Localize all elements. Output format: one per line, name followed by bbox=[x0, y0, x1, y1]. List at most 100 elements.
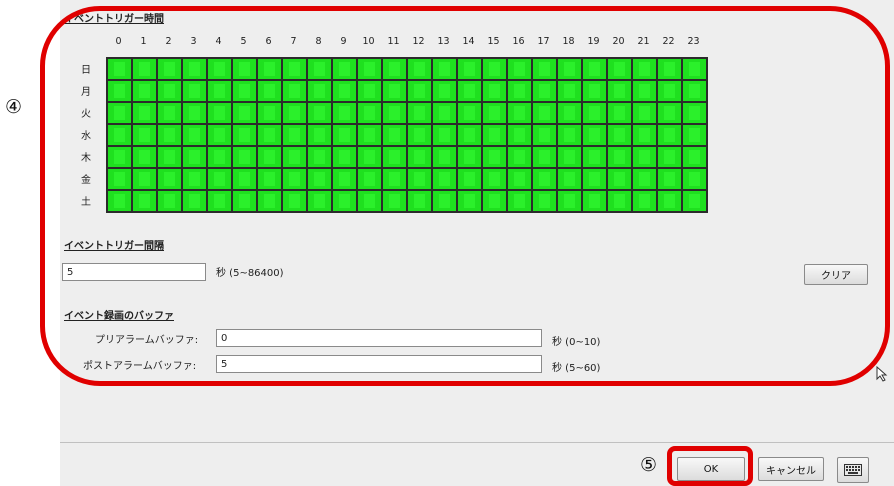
schedule-cell[interactable] bbox=[332, 124, 357, 146]
schedule-cell[interactable] bbox=[457, 102, 482, 124]
schedule-cell[interactable] bbox=[632, 146, 657, 168]
schedule-cell[interactable] bbox=[682, 80, 707, 102]
schedule-cell[interactable] bbox=[207, 58, 232, 80]
schedule-cell[interactable] bbox=[357, 80, 382, 102]
schedule-cell[interactable] bbox=[282, 80, 307, 102]
schedule-cell[interactable] bbox=[257, 168, 282, 190]
schedule-cell[interactable] bbox=[482, 190, 507, 212]
schedule-cell[interactable] bbox=[107, 146, 132, 168]
schedule-cell[interactable] bbox=[382, 168, 407, 190]
schedule-cell[interactable] bbox=[532, 102, 557, 124]
schedule-cell[interactable] bbox=[307, 168, 332, 190]
schedule-cell[interactable] bbox=[582, 58, 607, 80]
schedule-cell[interactable] bbox=[432, 102, 457, 124]
schedule-cell[interactable] bbox=[507, 80, 532, 102]
schedule-cell[interactable] bbox=[607, 124, 632, 146]
schedule-cell[interactable] bbox=[382, 146, 407, 168]
schedule-cell[interactable] bbox=[407, 146, 432, 168]
schedule-cell[interactable] bbox=[357, 58, 382, 80]
schedule-cell[interactable] bbox=[657, 190, 682, 212]
schedule-cell[interactable] bbox=[132, 80, 157, 102]
schedule-cell[interactable] bbox=[407, 190, 432, 212]
schedule-cell[interactable] bbox=[532, 80, 557, 102]
schedule-cell[interactable] bbox=[482, 168, 507, 190]
schedule-cell[interactable] bbox=[507, 190, 532, 212]
schedule-cell[interactable] bbox=[382, 58, 407, 80]
schedule-cell[interactable] bbox=[557, 80, 582, 102]
schedule-cell[interactable] bbox=[632, 58, 657, 80]
schedule-cell[interactable] bbox=[532, 58, 557, 80]
schedule-cell[interactable] bbox=[182, 124, 207, 146]
schedule-cell[interactable] bbox=[657, 124, 682, 146]
ok-button[interactable]: OK bbox=[677, 457, 745, 481]
schedule-cell[interactable] bbox=[382, 102, 407, 124]
schedule-cell[interactable] bbox=[682, 124, 707, 146]
schedule-cell[interactable] bbox=[432, 168, 457, 190]
schedule-cell[interactable] bbox=[182, 58, 207, 80]
schedule-cell[interactable] bbox=[257, 190, 282, 212]
schedule-cell[interactable] bbox=[157, 168, 182, 190]
schedule-cell[interactable] bbox=[657, 168, 682, 190]
schedule-cell[interactable] bbox=[632, 124, 657, 146]
schedule-cell[interactable] bbox=[457, 168, 482, 190]
schedule-cell[interactable] bbox=[682, 146, 707, 168]
schedule-cell[interactable] bbox=[357, 168, 382, 190]
schedule-cell[interactable] bbox=[307, 146, 332, 168]
schedule-cell[interactable] bbox=[232, 146, 257, 168]
schedule-cell[interactable] bbox=[207, 102, 232, 124]
schedule-cell[interactable] bbox=[182, 102, 207, 124]
schedule-cell[interactable] bbox=[582, 190, 607, 212]
schedule-cell[interactable] bbox=[432, 190, 457, 212]
schedule-cell[interactable] bbox=[457, 124, 482, 146]
schedule-cell[interactable] bbox=[657, 146, 682, 168]
post-alarm-input[interactable]: 5 bbox=[216, 355, 542, 373]
schedule-cell[interactable] bbox=[482, 146, 507, 168]
schedule-cell[interactable] bbox=[657, 58, 682, 80]
schedule-cell[interactable] bbox=[332, 190, 357, 212]
schedule-cell[interactable] bbox=[607, 80, 632, 102]
schedule-cell[interactable] bbox=[282, 124, 307, 146]
schedule-cell[interactable] bbox=[607, 58, 632, 80]
schedule-cell[interactable] bbox=[232, 80, 257, 102]
schedule-cell[interactable] bbox=[307, 80, 332, 102]
schedule-cell[interactable] bbox=[557, 102, 582, 124]
schedule-cell[interactable] bbox=[682, 102, 707, 124]
schedule-cell[interactable] bbox=[282, 168, 307, 190]
schedule-cell[interactable] bbox=[582, 80, 607, 102]
trigger-interval-input[interactable]: 5 bbox=[62, 263, 206, 281]
pre-alarm-input[interactable]: 0 bbox=[216, 329, 542, 347]
schedule-cell[interactable] bbox=[232, 168, 257, 190]
schedule-cell[interactable] bbox=[532, 146, 557, 168]
schedule-cell[interactable] bbox=[407, 80, 432, 102]
schedule-cell[interactable] bbox=[632, 102, 657, 124]
schedule-cell[interactable] bbox=[482, 124, 507, 146]
schedule-cell[interactable] bbox=[382, 124, 407, 146]
schedule-cell[interactable] bbox=[182, 190, 207, 212]
schedule-cell[interactable] bbox=[582, 146, 607, 168]
schedule-cell[interactable] bbox=[132, 102, 157, 124]
schedule-cell[interactable] bbox=[607, 190, 632, 212]
schedule-cell[interactable] bbox=[132, 190, 157, 212]
schedule-cell[interactable] bbox=[682, 168, 707, 190]
schedule-cell[interactable] bbox=[132, 146, 157, 168]
schedule-cell[interactable] bbox=[557, 146, 582, 168]
schedule-cell[interactable] bbox=[282, 102, 307, 124]
schedule-cell[interactable] bbox=[182, 80, 207, 102]
schedule-cell[interactable] bbox=[132, 58, 157, 80]
schedule-cell[interactable] bbox=[632, 168, 657, 190]
schedule-cell[interactable] bbox=[332, 168, 357, 190]
schedule-cell[interactable] bbox=[482, 102, 507, 124]
schedule-cell[interactable] bbox=[107, 102, 132, 124]
schedule-cell[interactable] bbox=[157, 102, 182, 124]
schedule-cell[interactable] bbox=[157, 146, 182, 168]
schedule-cell[interactable] bbox=[282, 146, 307, 168]
schedule-cell[interactable] bbox=[357, 102, 382, 124]
schedule-cell[interactable] bbox=[107, 190, 132, 212]
schedule-cell[interactable] bbox=[332, 102, 357, 124]
schedule-cell[interactable] bbox=[207, 80, 232, 102]
schedule-cell[interactable] bbox=[307, 124, 332, 146]
schedule-cell[interactable] bbox=[482, 80, 507, 102]
schedule-cell[interactable] bbox=[257, 58, 282, 80]
schedule-cell[interactable] bbox=[432, 80, 457, 102]
schedule-cell[interactable] bbox=[257, 124, 282, 146]
